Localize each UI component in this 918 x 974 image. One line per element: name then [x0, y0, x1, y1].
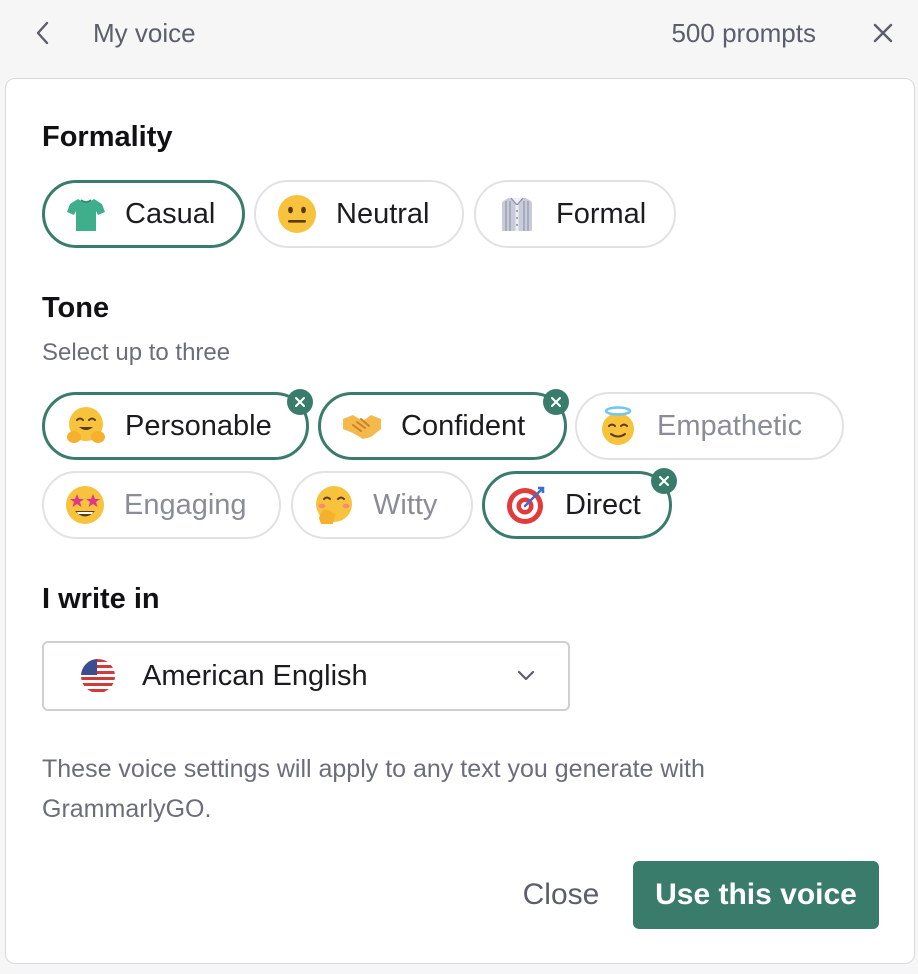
tone-option-witty[interactable]: Witty: [291, 471, 473, 539]
close-button[interactable]: Close: [506, 861, 616, 929]
chevron-down-icon: [517, 670, 535, 681]
formality-heading: Formality: [42, 121, 173, 153]
voice-settings-note: These voice settings will apply to any t…: [42, 755, 705, 823]
formality-option-formal[interactable]: Formal: [474, 180, 676, 248]
chip-label: Direct: [565, 489, 641, 521]
giggling-face-icon: [313, 484, 355, 526]
tone-option-personable[interactable]: Personable: [42, 389, 313, 460]
use-this-voice-button[interactable]: Use this voice: [633, 861, 879, 929]
remove-tone-button[interactable]: [543, 389, 569, 415]
tone-option-direct[interactable]: Direct: [482, 468, 677, 539]
neutral-face-icon: [276, 193, 318, 235]
hugging-face-icon: [65, 405, 107, 447]
tone-option-confident[interactable]: Confident: [318, 389, 569, 460]
close-icon: [295, 397, 305, 407]
halo-face-icon: [597, 405, 639, 447]
dress-shirt-icon: [496, 193, 538, 235]
close-icon: [659, 476, 669, 486]
chip-label: Engaging: [124, 489, 247, 521]
chip-label: Neutral: [336, 198, 430, 230]
tone-heading: Tone: [42, 292, 110, 324]
tone-subtitle: Select up to three: [42, 339, 231, 366]
language-select[interactable]: American English: [42, 641, 570, 711]
tone-option-engaging[interactable]: Engaging: [42, 471, 281, 539]
back-button[interactable]: [28, 18, 56, 48]
chip-label: Personable: [125, 410, 272, 442]
prompt-count: 500 prompts: [671, 18, 816, 48]
bullseye-icon: [505, 484, 547, 526]
chip-label: Casual: [125, 198, 216, 230]
close-icon: [551, 397, 561, 407]
formality-option-neutral[interactable]: Neutral: [254, 180, 464, 248]
top-bar: My voice 500 prompts: [0, 0, 918, 70]
remove-tone-button[interactable]: [651, 468, 677, 494]
tone-option-empathetic[interactable]: Empathetic: [575, 392, 844, 460]
formality-option-casual[interactable]: Casual: [42, 180, 245, 248]
us-flag-icon: [81, 659, 115, 693]
star-struck-face-icon: [64, 484, 106, 526]
close-panel-button[interactable]: [868, 18, 898, 48]
close-icon: [873, 23, 893, 43]
t-shirt-icon: [65, 193, 107, 235]
chip-label: Witty: [373, 489, 438, 521]
remove-tone-button[interactable]: [287, 389, 313, 415]
language-select-value: American English: [142, 659, 368, 692]
page-title: My voice: [93, 18, 196, 48]
chevron-left-icon: [36, 21, 49, 45]
voice-settings-panel: Formality Casual Neutral Formal Tone Sel…: [5, 78, 915, 964]
chip-label: Confident: [401, 410, 526, 442]
chip-label: Formal: [556, 198, 647, 230]
language-heading: I write in: [42, 583, 160, 615]
handshake-icon: [341, 405, 383, 447]
chip-label: Empathetic: [657, 410, 803, 442]
